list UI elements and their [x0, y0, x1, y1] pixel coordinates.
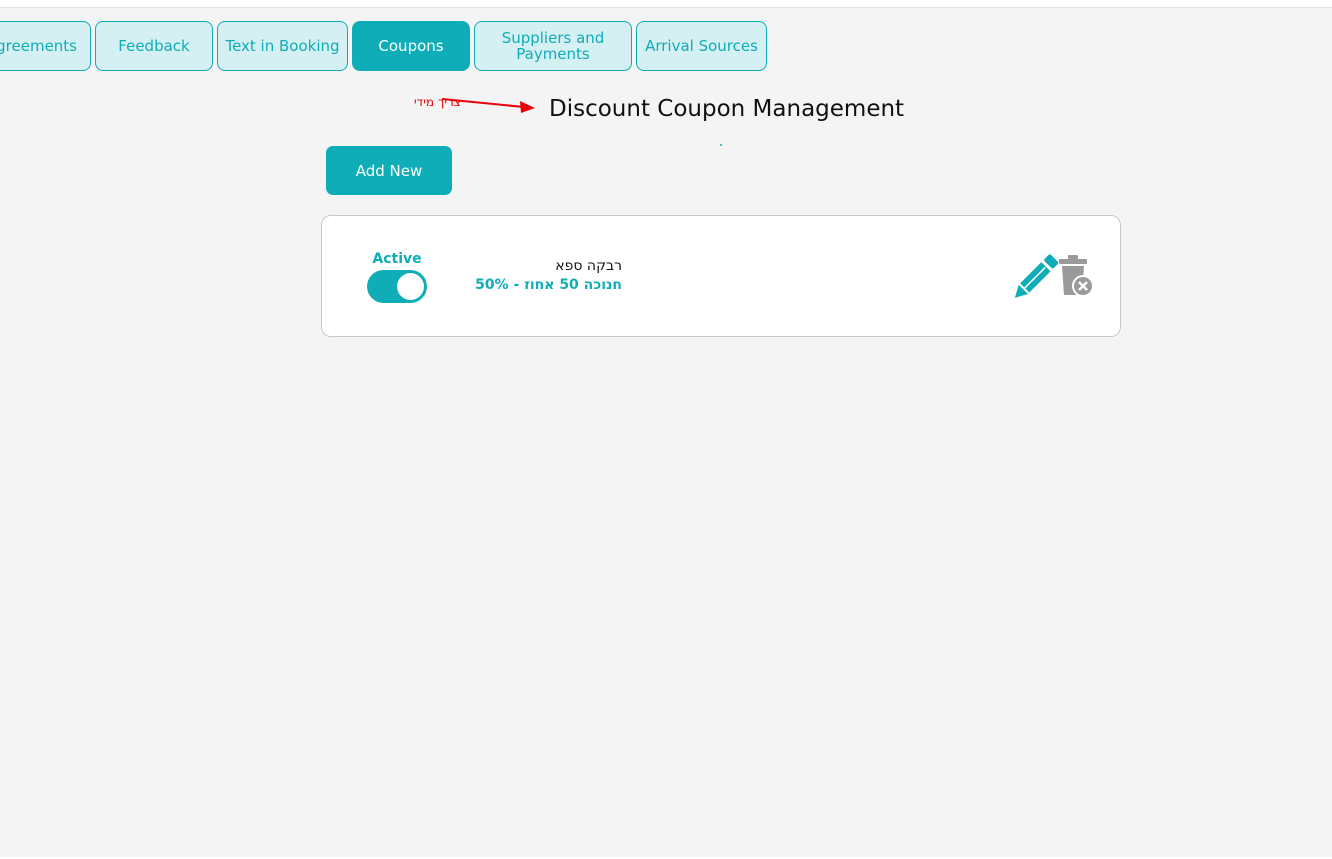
coupon-card: Active רבקה ספא חנוכה 50 אחוז - 50% — [321, 215, 1121, 337]
tab-label: Text in Booking — [225, 37, 340, 55]
toggle-knob — [397, 273, 424, 300]
divider-dot — [720, 144, 722, 146]
page-title: Discount Coupon Management — [549, 96, 905, 122]
trash-remove-icon[interactable] — [1056, 254, 1094, 298]
coupon-description: חנוכה 50 אחוז - 50% — [475, 277, 622, 293]
tab-label: Suppliers and Payments — [501, 29, 605, 63]
coupon-name: רבקה ספא — [555, 258, 622, 274]
pencil-icon[interactable] — [1012, 254, 1058, 300]
tab-label: Feedback — [118, 37, 190, 55]
top-bar — [0, 0, 1332, 8]
tab-text-in-booking[interactable]: Text in Booking — [217, 21, 348, 71]
add-new-button[interactable]: Add New — [326, 146, 452, 195]
active-toggle[interactable] — [367, 270, 427, 303]
tab-feedback[interactable]: Feedback — [95, 21, 213, 71]
tab-label: Coupons — [378, 37, 444, 55]
tab-arrival-sources[interactable]: Arrival Sources — [636, 21, 767, 71]
tab-agreements[interactable]: greements — [0, 21, 91, 71]
status-label: Active — [372, 251, 422, 267]
tab-coupons[interactable]: Coupons — [352, 21, 470, 71]
tab-label: Arrival Sources — [645, 37, 758, 55]
tab-suppliers-and-payments[interactable]: Suppliers and Payments — [474, 21, 632, 71]
tab-label: greements — [0, 37, 77, 55]
annotation-arrow-icon — [441, 98, 535, 113]
